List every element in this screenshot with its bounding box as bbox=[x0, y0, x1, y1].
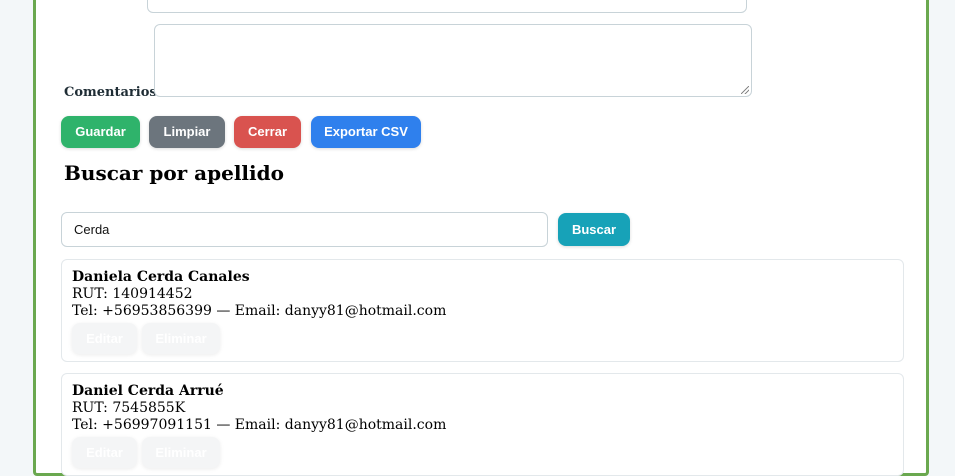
edit-button[interactable]: Editar bbox=[72, 323, 137, 354]
result-card: Daniela Cerda Canales RUT: 140914452 Tel… bbox=[61, 259, 904, 362]
previous-field-input[interactable] bbox=[147, 0, 747, 13]
search-section-title: Buscar por apellido bbox=[64, 161, 284, 185]
comments-textarea[interactable] bbox=[154, 24, 752, 97]
export-csv-button[interactable]: Exportar CSV bbox=[311, 116, 421, 148]
search-input[interactable]: Cerda bbox=[61, 212, 548, 247]
search-button[interactable]: Buscar bbox=[558, 213, 630, 246]
close-button[interactable]: Cerrar bbox=[234, 116, 301, 148]
form-panel: Comentarios: Guardar Limpiar Cerrar Expo… bbox=[33, 0, 929, 476]
result-name: Daniela Cerda Canales bbox=[72, 269, 250, 285]
result-name: Daniel Cerda Arrué bbox=[72, 383, 224, 399]
comments-label: Comentarios: bbox=[64, 85, 162, 100]
delete-button[interactable]: Eliminar bbox=[142, 323, 220, 354]
result-rut: RUT: 140914452 bbox=[72, 286, 193, 302]
result-rut: RUT: 7545855K bbox=[72, 400, 186, 416]
clear-button[interactable]: Limpiar bbox=[149, 116, 225, 148]
edit-button[interactable]: Editar bbox=[72, 437, 137, 468]
result-card: Daniel Cerda Arrué RUT: 7545855K Tel: +5… bbox=[61, 373, 904, 476]
result-contact: Tel: +56997091151 — Email: danyy81@hotma… bbox=[72, 417, 447, 433]
delete-button[interactable]: Eliminar bbox=[142, 437, 220, 468]
resize-grip-icon[interactable] bbox=[741, 86, 749, 94]
result-contact: Tel: +56953856399 — Email: danyy81@hotma… bbox=[72, 303, 447, 319]
save-button[interactable]: Guardar bbox=[61, 116, 140, 148]
